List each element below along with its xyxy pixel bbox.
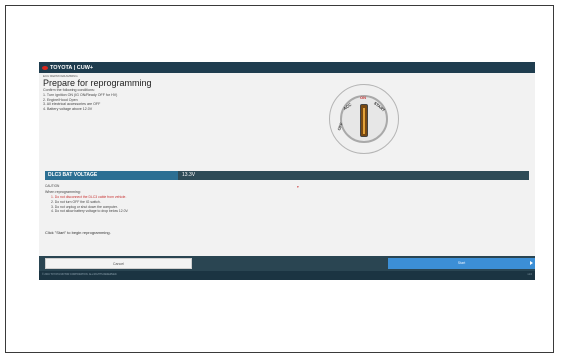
prepare-step: 4. Battery voltage above 12.0V: [43, 106, 93, 111]
prepare-intro: Confirm the following conditions:: [43, 88, 95, 92]
page-title: Prepare for reprogramming: [43, 78, 152, 88]
footer-copyright: © 2016 TOYOTA MOTOR CORPORATION. ALL RIG…: [42, 273, 118, 276]
prepare-step: 1. Turn ignition ON (IG ON/Ready OFF for…: [43, 93, 118, 97]
ignition-label-on: ON: [360, 95, 366, 100]
cancel-button[interactable]: Cancel: [45, 258, 192, 269]
prepare-steps: 1. Turn ignition ON (IG ON/Ready OFF for…: [43, 93, 117, 111]
voltage-value: 13.3V: [182, 172, 196, 178]
caution-list: 1. Do not disconnect the DLC3 cable from…: [51, 195, 128, 214]
voltage-bar: DLC3 BAT VOLTAGE 13.3V: [45, 171, 529, 180]
caution-marker-icon: ▾: [297, 185, 299, 189]
ignition-key-highlight: [363, 108, 365, 134]
toyota-logo-icon: [42, 65, 48, 70]
caution-title: When reprogramming:: [45, 190, 81, 194]
ignition-switch-image: OFF ACC ON START: [329, 84, 399, 154]
footer: © 2016 TOYOTA MOTOR CORPORATION. ALL RIG…: [39, 271, 535, 280]
caution-item: 4. Do not allow battery voltage to drop …: [51, 209, 129, 214]
caution-section-label: CAUTION: [45, 184, 60, 188]
start-button-label: Start: [457, 261, 466, 265]
voltage-label: DLC3 BAT VOLTAGE: [45, 171, 178, 180]
ignition-key-slot-icon: [360, 104, 368, 137]
app-title: TOYOTA | CUW+: [50, 64, 94, 71]
app-window: TOYOTA | CUW+ ECU REPROGRAMMING Prepare …: [39, 62, 535, 280]
start-instruction: Click "Start" to begin reprogramming.: [45, 230, 111, 235]
footer-version: v1.0: [527, 273, 532, 276]
title-bar: TOYOTA | CUW+: [39, 62, 535, 73]
arrow-right-icon: [530, 261, 533, 265]
start-button[interactable]: Start: [388, 258, 535, 269]
